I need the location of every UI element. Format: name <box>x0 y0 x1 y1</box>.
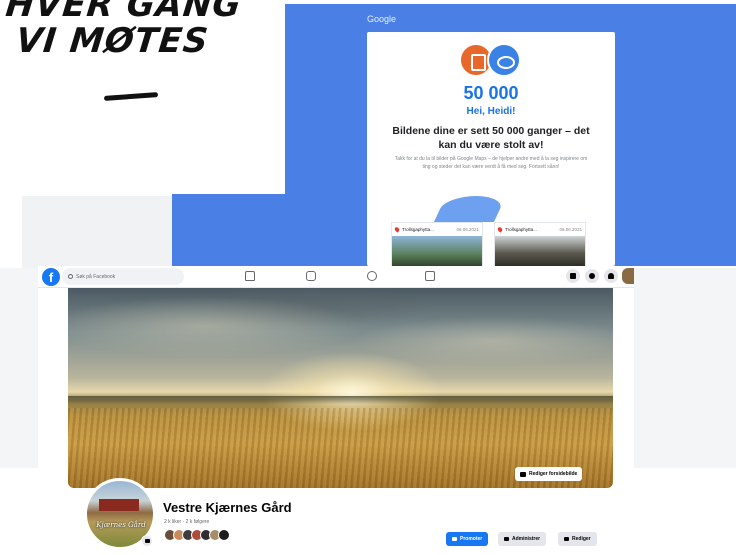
edit-cover-label: Rediger forsidebilde <box>529 471 578 477</box>
facebook-search-input[interactable]: Søk på Facebook <box>62 268 184 285</box>
edit-label: Rediger <box>572 536 591 542</box>
profile-camera-icon[interactable] <box>141 535 153 547</box>
edit-cover-button[interactable]: Rediger forsidebilde <box>515 467 583 481</box>
account-avatar[interactable] <box>622 268 634 284</box>
megaphone-icon <box>452 537 457 541</box>
watch-icon[interactable] <box>306 271 316 281</box>
google-logo: Google <box>367 14 397 24</box>
notifications-icon[interactable] <box>604 269 618 283</box>
home-icon[interactable] <box>245 271 255 281</box>
thumbnail-date: 06.06.2021 <box>559 227 582 232</box>
camera-icon <box>520 471 526 477</box>
greeting: Hei, Heidi! <box>466 106 516 117</box>
badge-icons <box>459 43 523 79</box>
email-body: Takk for at du la til bilder på Google M… <box>394 156 588 170</box>
search-icon <box>68 274 73 279</box>
photo-thumbnail[interactable]: Trollsgaphytta... 06.06.2021 <box>391 222 483 267</box>
facebook-right-gutter <box>634 268 736 468</box>
avatar <box>218 529 230 541</box>
cover-horizon <box>68 396 613 404</box>
edit-page-button[interactable]: Rediger <box>558 532 597 546</box>
background-panel <box>22 196 172 268</box>
promote-button[interactable]: Promoter <box>446 532 489 546</box>
profile-barn <box>99 499 139 511</box>
map-pin-icon <box>496 226 504 233</box>
eye-icon <box>487 43 521 77</box>
thumbnail-place: Trollsgaphytta... <box>402 227 434 232</box>
promote-label: Promoter <box>460 536 483 542</box>
admin-button[interactable]: Administrer <box>498 532 547 546</box>
page-title: Vestre Kjærnes Gård <box>163 500 292 515</box>
facebook-left-gutter <box>0 268 38 468</box>
map-pin-icon <box>393 226 401 233</box>
profile-sign-text: Kjærnes Gård <box>96 521 146 529</box>
thumbnail-photo <box>495 236 585 267</box>
admin-label: Administrer <box>512 536 541 542</box>
liker-avatars[interactable] <box>164 529 230 541</box>
headline-line-1: HVER GANG <box>3 0 244 25</box>
views-count: 50 000 <box>463 83 519 103</box>
admin-icon <box>504 537 509 541</box>
search-placeholder: Søk på Facebook <box>76 273 116 280</box>
handwritten-headline: HVER GANG VI MØTES <box>1 0 244 61</box>
headline-underline <box>103 92 159 101</box>
page-stats: 2 k liker · 2 k følgere <box>164 519 210 525</box>
gaming-icon[interactable] <box>425 271 435 281</box>
menu-icon[interactable] <box>566 269 580 283</box>
cover-photo <box>68 288 613 488</box>
facebook-logo-icon[interactable]: f <box>42 268 60 286</box>
pencil-icon <box>564 537 569 541</box>
thumbnail-photo <box>392 236 482 267</box>
cover-clouds <box>68 288 613 384</box>
headline-line-2: VI MØTES <box>14 21 211 61</box>
thumbnail-date: 06.06.2021 <box>456 227 479 232</box>
groups-icon[interactable] <box>367 271 377 281</box>
photo-thumbnail[interactable]: Trollsgaphytta... 06.06.2021 <box>494 222 586 267</box>
thumbnail-place: Trollsgaphytta... <box>505 227 537 232</box>
messenger-icon[interactable] <box>585 269 599 283</box>
email-headline: Bildene dine er sett 50 000 ganger – det… <box>392 125 590 151</box>
